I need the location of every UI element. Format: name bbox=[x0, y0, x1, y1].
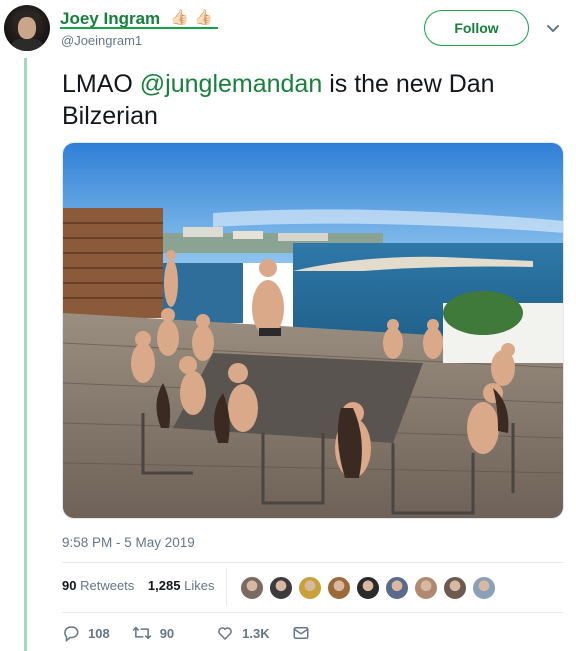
likes-count: 1,285 bbox=[147, 578, 181, 593]
mention-link[interactable]: @junglemandan bbox=[140, 70, 322, 98]
chevron-down-icon[interactable] bbox=[545, 20, 561, 36]
tweet-stats: 90 Retweets 1,285 Likes bbox=[62, 578, 224, 593]
tweet-text: LMAO @junglemandan is the new Dan Bilzer… bbox=[62, 68, 552, 132]
author-avatar[interactable] bbox=[4, 5, 50, 51]
dm-button[interactable] bbox=[292, 624, 318, 642]
like-count: 1.3K bbox=[242, 625, 270, 641]
tweet-actions: 108 90 1.3K bbox=[62, 624, 340, 642]
reply-icon bbox=[64, 626, 79, 642]
tweet-text-prefix: LMAO bbox=[62, 70, 140, 98]
stats-separator bbox=[226, 568, 227, 606]
retweets-count: 90 bbox=[62, 578, 77, 593]
liker-avatar[interactable] bbox=[356, 576, 380, 600]
divider-bottom bbox=[62, 612, 564, 613]
liker-avatar[interactable] bbox=[298, 576, 322, 600]
heart-icon bbox=[218, 627, 232, 640]
liker-avatar[interactable] bbox=[443, 576, 467, 600]
liker-avatar[interactable] bbox=[327, 576, 351, 600]
avatar-shirt bbox=[10, 39, 44, 51]
avatar-face bbox=[18, 17, 36, 39]
retweet-count: 90 bbox=[159, 625, 175, 641]
thumbs-up-emoji: 👍🏻 bbox=[194, 9, 213, 26]
author-handle[interactable]: @Joeingram1 bbox=[61, 33, 142, 48]
retweets-label: Retweets bbox=[80, 578, 135, 593]
retweets-stat[interactable]: 90 Retweets bbox=[62, 578, 134, 593]
retweet-button[interactable]: 90 bbox=[132, 624, 174, 642]
like-button[interactable]: 1.3K bbox=[216, 624, 270, 642]
reply-count: 108 bbox=[88, 625, 110, 641]
liker-avatars bbox=[240, 576, 501, 600]
tweet-photo[interactable] bbox=[62, 142, 564, 519]
likes-label: Likes bbox=[184, 578, 215, 593]
follow-button[interactable]: Follow bbox=[424, 10, 529, 46]
liker-avatar[interactable] bbox=[472, 576, 496, 600]
thumbs-up-emoji: 👍🏻 bbox=[170, 9, 189, 26]
retweet-icon bbox=[132, 626, 151, 640]
liker-avatar[interactable] bbox=[240, 576, 264, 600]
tweet-timestamp[interactable]: 9:58 PM - 5 May 2019 bbox=[62, 535, 195, 550]
reply-button[interactable]: 108 bbox=[62, 624, 110, 642]
liker-avatar[interactable] bbox=[385, 576, 409, 600]
mail-icon bbox=[293, 627, 309, 639]
thread-line bbox=[24, 58, 27, 651]
author-name[interactable]: Joey Ingram bbox=[60, 9, 160, 29]
liker-avatar[interactable] bbox=[414, 576, 438, 600]
liker-avatar[interactable] bbox=[269, 576, 293, 600]
divider-top bbox=[62, 562, 564, 563]
photo-rooftop-group bbox=[63, 143, 563, 518]
author-name-underline bbox=[60, 27, 218, 29]
likes-stat[interactable]: 1,285 Likes bbox=[148, 578, 215, 593]
